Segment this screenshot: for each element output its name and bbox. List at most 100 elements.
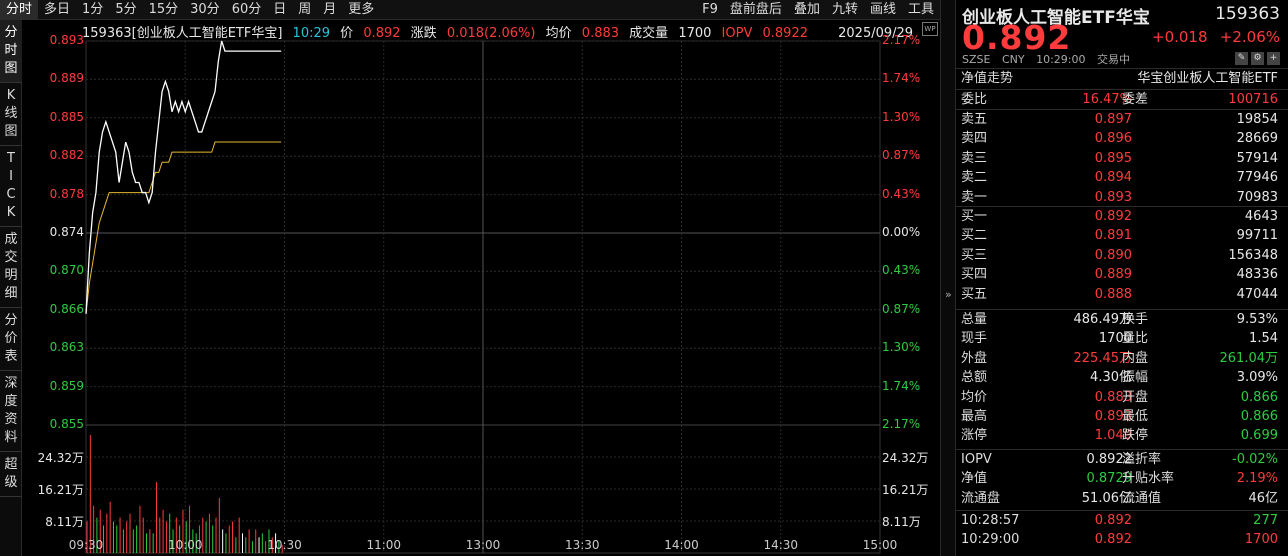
add-icon[interactable]: + bbox=[1267, 52, 1280, 65]
stat-label: 现手 bbox=[961, 331, 988, 347]
pct-tick-right: 0.87% bbox=[882, 301, 921, 316]
vol-tick-left: 16.21万 bbox=[37, 483, 84, 497]
info-avg-label: 均价 bbox=[545, 26, 572, 41]
tab-8[interactable]: 周 bbox=[292, 0, 317, 20]
stat-value: 46亿 bbox=[1248, 490, 1278, 506]
nav-fund-name: 华宝创业板人工智能ETF bbox=[1137, 71, 1278, 86]
stat-label: 量比 bbox=[1122, 331, 1149, 347]
time-tick: 13:30 bbox=[564, 538, 600, 552]
asks-row[interactable]: 卖四 0.896 28669 bbox=[956, 129, 1288, 148]
bids-row[interactable]: 买二 0.891 99711 bbox=[956, 226, 1288, 245]
tab-2[interactable]: 1分 bbox=[76, 0, 109, 20]
stat-label: 换手 bbox=[1122, 312, 1149, 327]
stats2-row: 流通盘 51.06亿 流通值 46亿 bbox=[956, 489, 1288, 508]
sidenav-item-5[interactable]: 深度资料 bbox=[0, 371, 22, 452]
tab-7[interactable]: 日 bbox=[267, 0, 292, 20]
order-ratio-row: 委比 16.47% 委差 100716 bbox=[956, 89, 1288, 109]
bid-book: 买一 0.892 4643 买二 0.891 99711 买三 0.890 156348 买四 0.… bbox=[956, 206, 1288, 304]
tool-2[interactable]: 叠加 bbox=[788, 0, 826, 20]
tab-4[interactable]: 15分 bbox=[143, 0, 185, 20]
nav-trend-row[interactable]: 净值走势 华宝创业板人工智能ETF bbox=[956, 68, 1288, 88]
webi-label: 委比 bbox=[961, 92, 988, 107]
weicha-label: 委差 bbox=[1122, 92, 1149, 107]
bids-row[interactable]: 买五 0.888 47044 bbox=[956, 285, 1288, 304]
tab-0[interactable]: 分时 bbox=[0, 0, 39, 20]
stat-label: IOPV bbox=[961, 452, 992, 467]
bids-level-label: 买三 bbox=[961, 247, 988, 263]
pct-tick-right: 2.17% bbox=[882, 417, 921, 431]
security-code: 159363 bbox=[1215, 4, 1280, 24]
pct-tick-right: 1.74% bbox=[882, 378, 921, 393]
bids-level-label: 买一 bbox=[961, 209, 988, 224]
info-time: 10:29 bbox=[292, 26, 331, 41]
ask-book: 卖五 0.897 19854 卖四 0.896 28669 卖三 0.895 57914 卖二 0.… bbox=[956, 109, 1288, 207]
expand-arrow-icon[interactable]: » bbox=[945, 288, 952, 301]
tab-6[interactable]: 60分 bbox=[226, 0, 268, 20]
bids-row[interactable]: 买三 0.890 156348 bbox=[956, 246, 1288, 265]
pct-tick-right: 0.00% bbox=[882, 225, 921, 239]
asks-price: 0.896 bbox=[1094, 131, 1132, 147]
stat-label: 流通盘 bbox=[961, 490, 1001, 506]
price-change-pct: +2.06% bbox=[1219, 28, 1280, 46]
tool-3[interactable]: 九转 bbox=[826, 0, 864, 20]
sidenav-item-1[interactable]: K线图 bbox=[0, 83, 22, 146]
stat-label: 开盘 bbox=[1122, 389, 1149, 405]
stat-label: 跌停 bbox=[1122, 428, 1149, 444]
asks-volume: 28669 bbox=[1236, 131, 1278, 147]
settings-icon[interactable]: ⚙ bbox=[1251, 52, 1264, 65]
asks-price: 0.894 bbox=[1094, 170, 1132, 186]
nav-trend-label[interactable]: 净值走势 bbox=[961, 69, 1013, 88]
stat-label: 涨停 bbox=[961, 428, 988, 444]
panel-divider[interactable]: » bbox=[940, 0, 956, 556]
tab-5[interactable]: 30分 bbox=[184, 0, 226, 20]
pct-tick-right: 0.87% bbox=[882, 148, 921, 163]
stat-value: 1.54 bbox=[1249, 331, 1278, 347]
stats-row: 最高 0.893 最低 0.866 bbox=[956, 407, 1288, 426]
price-tick-left: 0.889 bbox=[49, 71, 84, 86]
sidenav-item-0[interactable]: 分时图 bbox=[0, 20, 22, 83]
asks-price: 0.895 bbox=[1094, 150, 1132, 166]
stat-label: 升贴水率 bbox=[1122, 471, 1175, 487]
asks-row[interactable]: 卖三 0.895 57914 bbox=[956, 149, 1288, 168]
stats-row: 均价 0.883 开盘 0.866 bbox=[956, 388, 1288, 407]
info-chg: 0.018(2.06%) bbox=[446, 26, 536, 41]
bids-volume: 156348 bbox=[1228, 247, 1278, 263]
bids-volume: 47044 bbox=[1236, 286, 1278, 302]
pct-tick-right: 1.74% bbox=[882, 71, 921, 86]
etf-stats-table: IOPV 0.8922 溢折率 -0.02% 净值 0.8729 升贴水率 2.19% 流通盘 5… bbox=[956, 449, 1288, 508]
stat-label: 溢折率 bbox=[1122, 452, 1162, 467]
vol-tick-right: 8.11万 bbox=[882, 515, 921, 529]
time-tick: 14:00 bbox=[664, 538, 699, 552]
quote-tools: ✎ ⚙ + bbox=[1235, 52, 1280, 65]
sidenav-item-3[interactable]: 成交明细 bbox=[0, 227, 22, 308]
info-chg-label: 涨跌 bbox=[410, 26, 437, 41]
tab-10[interactable]: 更多 bbox=[342, 0, 380, 20]
edit-icon[interactable]: ✎ bbox=[1235, 52, 1248, 65]
bids-row[interactable]: 买四 0.889 48336 bbox=[956, 265, 1288, 284]
bids-level-label: 买二 bbox=[961, 228, 988, 244]
stat-label: 最低 bbox=[1122, 408, 1149, 424]
price-tick-left: 0.863 bbox=[49, 340, 84, 355]
tab-3[interactable]: 5分 bbox=[109, 0, 142, 20]
tool-1[interactable]: 盘前盘后 bbox=[724, 0, 788, 20]
stat-value: 3.09% bbox=[1236, 370, 1278, 386]
sidenav-item-6[interactable]: 超级 bbox=[0, 452, 22, 497]
sidenav-item-2[interactable]: TICK bbox=[0, 146, 22, 227]
tool-4[interactable]: 画线 bbox=[864, 0, 902, 20]
asks-row[interactable]: 卖一 0.893 70983 bbox=[956, 188, 1288, 207]
asks-level-label: 卖一 bbox=[961, 189, 988, 205]
tool-0[interactable]: F9 bbox=[696, 0, 724, 20]
tab-1[interactable]: 多日 bbox=[38, 0, 76, 20]
stat-label: 流通值 bbox=[1122, 490, 1162, 506]
asks-row[interactable]: 卖二 0.894 77946 bbox=[956, 168, 1288, 187]
asks-row[interactable]: 卖五 0.897 19854 bbox=[956, 110, 1288, 129]
tool-5[interactable]: 工具 bbox=[902, 0, 940, 20]
bids-level-label: 买五 bbox=[961, 286, 988, 302]
sidenav-item-4[interactable]: 分价表 bbox=[0, 308, 22, 371]
bids-row[interactable]: 买一 0.892 4643 bbox=[956, 207, 1288, 226]
info-avg: 0.883 bbox=[581, 26, 620, 41]
info-iopv: 0.8922 bbox=[762, 26, 809, 41]
tab-9[interactable]: 月 bbox=[317, 0, 342, 20]
tick-volume: 277 bbox=[1253, 513, 1278, 528]
tick-list: 10:28:57 0.892 277 10:29:00 0.892 1700 bbox=[956, 510, 1288, 550]
